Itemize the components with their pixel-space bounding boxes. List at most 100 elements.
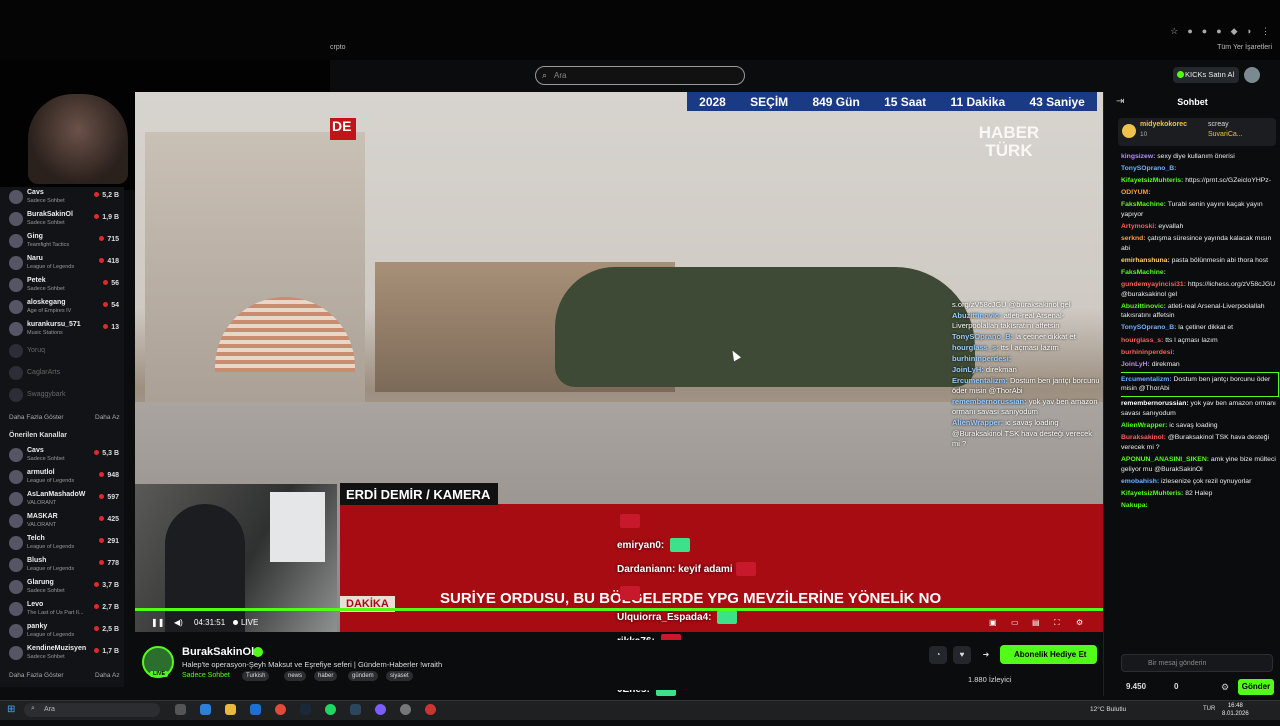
volume-icon[interactable]: ◀) <box>174 618 183 627</box>
sidebar-channel-offline[interactable]: Swaggybark <box>0 385 124 407</box>
pip-icon[interactable]: ▤ <box>1032 618 1040 627</box>
recommended-channel[interactable]: panky League of Legends 2,5 B <box>0 621 124 643</box>
stream-tag[interactable]: haber <box>314 671 338 681</box>
file-explorer-icon[interactable] <box>225 704 236 715</box>
kicks-buy-button[interactable]: KICKs Satın Al <box>1173 67 1239 83</box>
streamer-name[interactable]: BurakSakinOl <box>182 646 254 658</box>
chat-message: remembernorussian: yok yav ben amazon or… <box>1121 399 1279 418</box>
chat-text: 82 Halep <box>1185 489 1213 497</box>
sidebar-channel[interactable]: Petek Sadece Sohbet 56 <box>0 275 124 297</box>
chat-username[interactable]: emirhanshuna: <box>1121 257 1170 264</box>
browser-extension-icons[interactable]: ☆ ● ● ● ◆ ◗ ⋮ <box>1170 26 1270 37</box>
pinned-gifts[interactable]: midyekokorec screay SuvariCa... 10 <box>1118 118 1276 146</box>
chat-text: pasta bölünmesin abi thora host <box>1171 256 1268 264</box>
recommended-channel[interactable]: Glarung Sadece Sohbet 3,7 B <box>0 577 124 599</box>
live-indicator[interactable]: LIVE <box>233 618 258 627</box>
chat-username[interactable]: burhininperdesi: <box>1121 349 1175 356</box>
share-arrow-icon[interactable]: ➜ <box>977 646 995 664</box>
pause-icon[interactable]: ❚❚ <box>151 618 164 627</box>
recommended-channel[interactable]: Telch League of Legends 291 <box>0 533 124 555</box>
chat-username[interactable]: Ercumentalizm: <box>1121 376 1172 383</box>
stream-tag[interactable]: Turkish <box>242 671 270 681</box>
chat-username[interactable]: TonySOprano_B: <box>1121 324 1176 331</box>
stream-tag[interactable]: gündem <box>348 671 378 681</box>
kicks-balance[interactable]: 0 <box>1174 682 1178 691</box>
video-progress-bar[interactable] <box>135 608 1103 611</box>
recommended-channel[interactable]: Levo The Last of Us Part II... 2,7 B <box>0 599 124 621</box>
chat-username[interactable]: Buraksakinol: <box>1121 434 1166 441</box>
language-indicator[interactable]: TUR <box>1203 706 1215 712</box>
chat-username[interactable]: emobahish: <box>1121 478 1159 485</box>
follow-heart-icon[interactable]: ♥ <box>953 646 971 664</box>
task-view-icon[interactable] <box>175 704 186 715</box>
countdown-segment: 43 Saniye <box>1029 94 1085 109</box>
send-button[interactable]: Gönder <box>1238 679 1274 695</box>
recommended-channel[interactable]: MASKAR VALORANT 425 <box>0 511 124 533</box>
obs-icon[interactable] <box>425 704 436 715</box>
stream-tag[interactable]: news <box>284 671 307 681</box>
sidebar-channel[interactable]: Cavs Sadece Sohbet 5,2 B <box>0 187 124 209</box>
chat-username[interactable]: KifayetsizMuhteris: <box>1121 490 1183 497</box>
show-more-recommended-button[interactable]: Daha Fazla Göster <box>9 672 64 679</box>
recommended-channel[interactable]: AsLanMashadoW VALORANT 597 <box>0 489 124 511</box>
chrome-icon[interactable] <box>275 704 286 715</box>
settings-gear-icon[interactable] <box>400 704 411 715</box>
gift-subscription-button[interactable]: Abonelik Hediye Et <box>1000 645 1097 664</box>
chat-username[interactable]: JoinLyH: <box>1121 361 1150 368</box>
edge-icon[interactable] <box>200 704 211 715</box>
discord-icon[interactable] <box>375 704 386 715</box>
chat-username[interactable]: kingsizew: <box>1121 153 1155 160</box>
chat-username[interactable]: FaksMachine: <box>1121 201 1166 208</box>
chat-message: kingsizew: sexy diye kullanım önerisi <box>1121 152 1279 162</box>
sidebar-channel[interactable]: Ging Teamfight Tactics 715 <box>0 231 124 253</box>
recommended-channel[interactable]: Blush League of Legends 778 <box>0 555 124 577</box>
bookmark-crpto[interactable]: crpto <box>330 44 346 51</box>
system-clock[interactable]: 16:48 8.01.2026 <box>1222 702 1249 718</box>
stream-tag[interactable]: siyaset <box>386 671 413 681</box>
show-more-button[interactable]: Daha Fazla Göster <box>9 414 64 421</box>
chat-username[interactable]: hourglass_s: <box>1121 337 1163 344</box>
steam-icon-2[interactable] <box>350 704 361 715</box>
chat-username[interactable]: TonySOprano_B: <box>1121 165 1176 172</box>
chat-settings-icon[interactable]: ⚙ <box>1221 682 1229 693</box>
windows-start-icon[interactable]: ⊞ <box>7 704 15 715</box>
chat-username[interactable]: AlienWrapper: <box>1121 422 1167 429</box>
sidebar-channel-offline[interactable]: Yoruq <box>0 341 124 363</box>
chat-username[interactable]: serknd: <box>1121 235 1146 242</box>
chat-username[interactable]: KifayetsizMuhteris: <box>1121 177 1183 184</box>
all-bookmarks[interactable]: Tüm Yer İşaretleri <box>1217 44 1272 51</box>
chat-username[interactable]: ODIYUM: <box>1121 189 1150 196</box>
chat-message-input[interactable]: Bir mesaj gönderin <box>1121 654 1273 672</box>
chat-username[interactable]: Abuzittinovic: <box>1121 303 1166 310</box>
sidebar-channel[interactable]: aloskegang Age of Empires IV 54 <box>0 297 124 319</box>
chat-username[interactable]: FaksMachine: <box>1121 269 1166 276</box>
sidebar-channel[interactable]: Naru League of Legends 418 <box>0 253 124 275</box>
settings-icon[interactable]: ⚙ <box>1076 618 1083 627</box>
show-less-recommended-button[interactable]: Daha Az <box>95 672 120 679</box>
chat-username[interactable]: remembernorussian: <box>1121 400 1189 407</box>
spotify-icon[interactable] <box>325 704 336 715</box>
recommended-channel[interactable]: armutlol League of Legends 948 <box>0 467 124 489</box>
sidebar-channel-offline[interactable]: CaglarArts <box>0 363 124 385</box>
sidebar-channel[interactable]: BurakSakinOl Sadece Sohbet 1,9 B <box>0 209 124 231</box>
theater-mode-icon[interactable]: ▣ <box>989 618 997 627</box>
chat-username[interactable]: APONUN_ANASINI_SIKEN: <box>1121 456 1209 463</box>
fullscreen-icon[interactable]: ⛶ <box>1054 618 1060 628</box>
weather-widget[interactable]: 12°C Bulutlu <box>1090 706 1126 713</box>
notification-bell-icon[interactable]: ◔ <box>929 646 947 664</box>
recommended-channel[interactable]: KendineMuzisyen Sadece Sohbet 1,7 B <box>0 643 124 665</box>
steam-icon[interactable] <box>300 704 311 715</box>
search-input[interactable]: ⌕ Ara <box>535 66 745 85</box>
clip-icon[interactable]: ▭ <box>1011 618 1019 627</box>
taskbar-search[interactable]: ⌕ Ara <box>24 703 160 717</box>
sidebar-channel[interactable]: kurankursu_571 Music Stations 13 <box>0 319 124 341</box>
mail-icon[interactable] <box>250 704 261 715</box>
channel-points[interactable]: 9.450 <box>1126 682 1146 691</box>
chat-username[interactable]: Nakupa: <box>1121 502 1148 509</box>
recommended-channel[interactable]: Cavs Sadece Sohbet 5,3 B <box>0 445 124 467</box>
chat-username[interactable]: Artymoski: <box>1121 223 1157 230</box>
stream-category[interactable]: Sadece Sohbet <box>182 672 230 679</box>
show-less-button[interactable]: Daha Az <box>95 414 120 421</box>
chat-username[interactable]: gundemyayincisi31: <box>1121 281 1186 288</box>
user-avatar[interactable] <box>1244 67 1260 83</box>
